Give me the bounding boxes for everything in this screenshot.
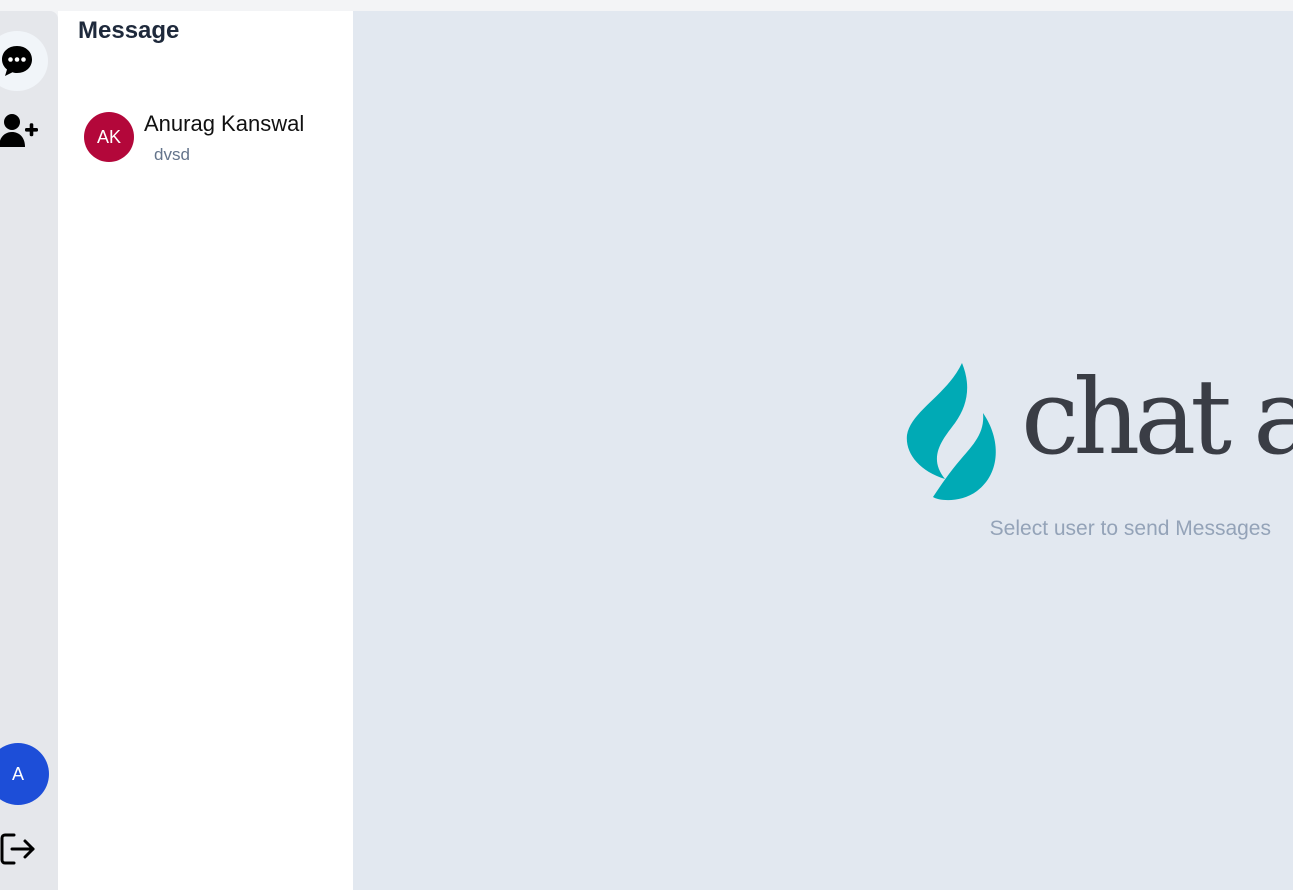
- top-strip: [0, 0, 1293, 11]
- user-avatar-button[interactable]: A: [0, 743, 49, 805]
- logout-button[interactable]: [0, 829, 38, 869]
- app-logo: chat ap: [905, 361, 1293, 506]
- panel-title: Message: [78, 17, 180, 44]
- chat-main-area: chat ap Select user to send Messages: [353, 11, 1293, 890]
- contact-list-item[interactable]: AK Anurag Kanswal dvsd: [80, 107, 340, 171]
- sidebar-rail: A: [0, 11, 58, 890]
- contact-avatar: AK: [84, 112, 134, 162]
- contact-last-message: dvsd: [154, 145, 190, 164]
- empty-state-hint: Select user to send Messages: [989, 517, 1271, 540]
- logo-text: chat ap: [1021, 361, 1293, 478]
- flame-drop-icon: [906, 363, 996, 501]
- contact-initials: AK: [96, 126, 121, 147]
- chat-button[interactable]: [0, 31, 48, 91]
- conversation-panel: Message AK Anurag Kanswal dvsd: [58, 11, 353, 890]
- user-plus-icon: [0, 114, 38, 147]
- contact-name: Anurag Kanswal: [144, 111, 305, 136]
- chat-bubble-ellipsis-icon: [2, 46, 32, 76]
- logout-icon: [0, 833, 35, 865]
- add-user-button[interactable]: [0, 111, 40, 151]
- avatar-initial: A: [11, 763, 24, 784]
